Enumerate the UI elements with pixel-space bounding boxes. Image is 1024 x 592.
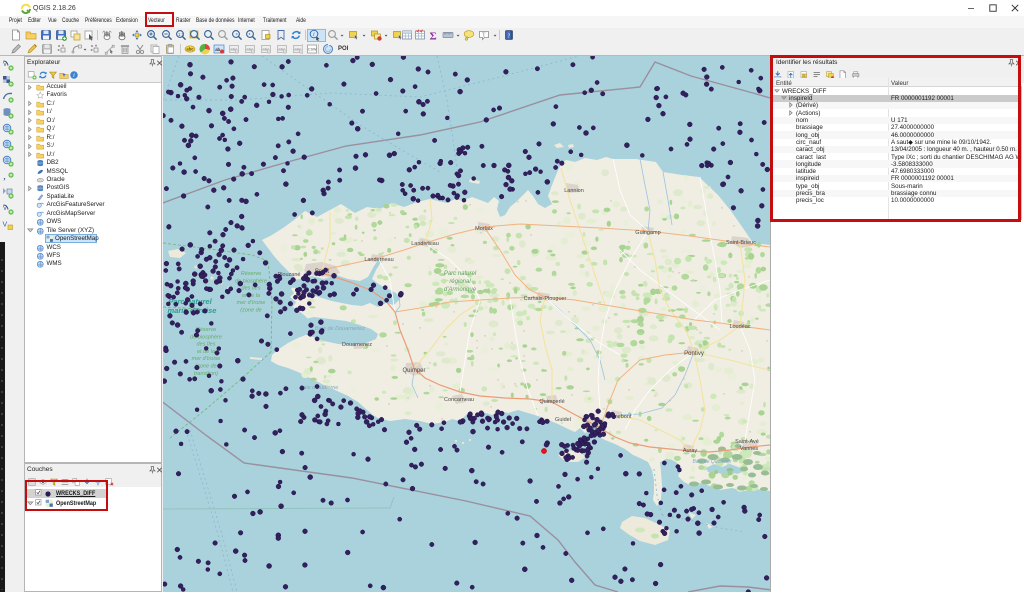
- svg-text:Concarneau: Concarneau: [444, 397, 474, 403]
- svg-text:Quimperlé: Quimperlé: [539, 399, 564, 405]
- svg-text:ab: ab: [215, 47, 220, 52]
- svg-text:Lannion: Lannion: [564, 188, 584, 194]
- svg-text:Parc naturel: Parc naturel: [444, 271, 477, 277]
- svg-text:Carhaix-Plouguer: Carhaix-Plouguer: [524, 296, 567, 302]
- svg-text:Σ: Σ: [430, 31, 437, 42]
- svg-text:Quimper: Quimper: [402, 368, 425, 374]
- svg-text:Vannes: Vannes: [740, 446, 758, 452]
- svg-text:Morlaix: Morlaix: [475, 226, 493, 232]
- svg-text:Landivisiau: Landivisiau: [411, 241, 439, 247]
- svg-text:Auray: Auray: [683, 448, 698, 454]
- svg-text:Loudéac: Loudéac: [729, 324, 750, 330]
- svg-text:1:1: 1:1: [178, 32, 185, 37]
- svg-text:T: T: [482, 33, 486, 39]
- svg-text:Saint-Brieuc: Saint-Brieuc: [726, 240, 756, 246]
- svg-text:Saint-Avé: Saint-Avé: [735, 439, 759, 445]
- svg-text:Guidel: Guidel: [555, 417, 571, 423]
- svg-text:mer d’Iroise: mer d’Iroise: [237, 300, 266, 306]
- svg-text:des îles: des îles: [242, 286, 261, 292]
- svg-text:régional: régional: [449, 279, 471, 285]
- svg-text:Landerneau: Landerneau: [364, 257, 393, 263]
- svg-text:,: ,: [4, 173, 6, 182]
- svg-text:abc: abc: [186, 47, 194, 52]
- svg-text:Douarnenez: Douarnenez: [342, 342, 372, 348]
- svg-text:mer d’Iroise: mer d’Iroise: [192, 356, 221, 362]
- svg-text:d'Armorique: d'Armorique: [444, 287, 477, 293]
- svg-text:(zone de: (zone de: [240, 308, 261, 314]
- svg-text:V: V: [3, 222, 8, 229]
- svg-text:Pontivy: Pontivy: [684, 351, 704, 357]
- svg-text:Guingamp: Guingamp: [635, 230, 660, 236]
- svg-text:Baie de Quiberon: Baie de Quiberon: [693, 459, 732, 465]
- svg-text:?: ?: [508, 34, 511, 40]
- svg-text:V: V: [3, 62, 7, 68]
- svg-text:CSW: CSW: [308, 48, 317, 52]
- svg-text:V: V: [3, 206, 7, 212]
- svg-text:Réserve: Réserve: [241, 271, 261, 277]
- svg-text:transition): transition): [194, 371, 218, 377]
